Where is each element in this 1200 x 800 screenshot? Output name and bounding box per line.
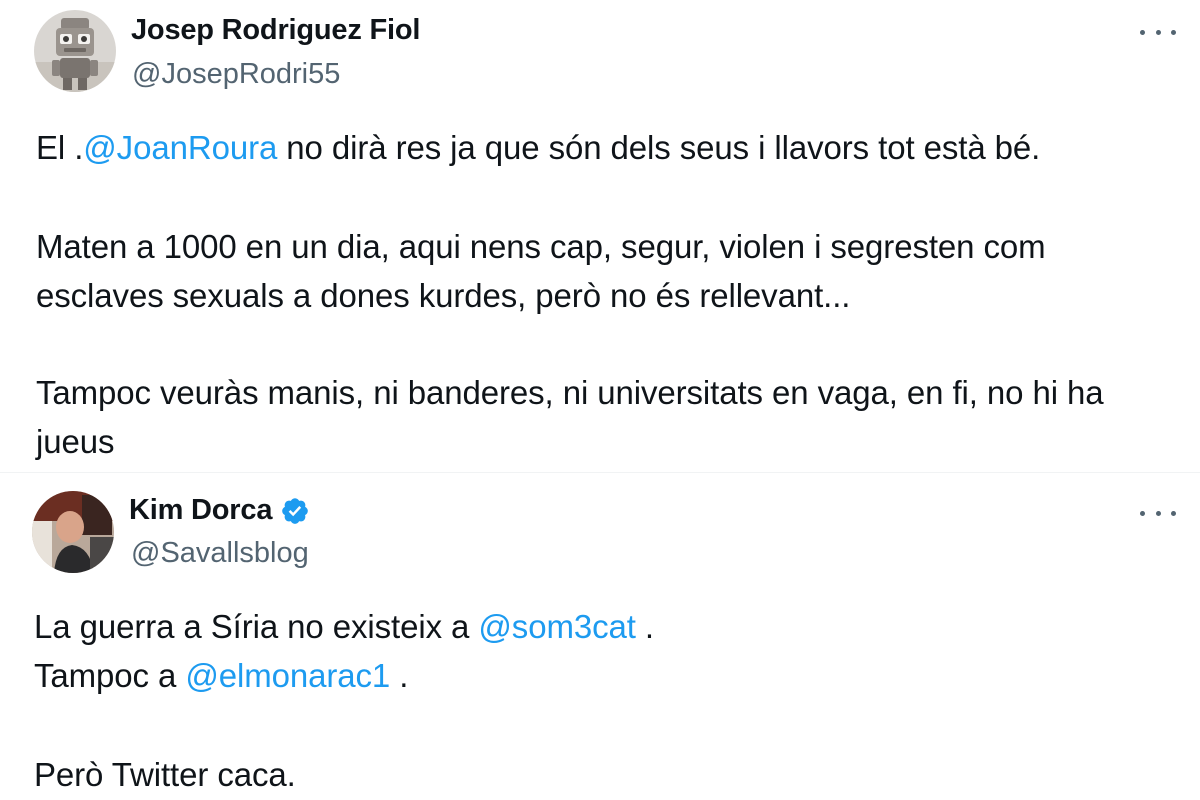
mention-link[interactable]: @elmonarac1 [185,657,390,694]
more-dot [1171,510,1176,516]
author-row: Kim Dorca [129,494,310,527]
tweet-text-paragraph: Tampoc a @elmonarac1 . [34,651,408,700]
profile-photo-avatar[interactable] [32,491,114,573]
tweet-text-paragraph: La guerra a Síria no existeix a @som3cat… [34,602,654,651]
verified-badge-icon [282,497,309,524]
author-display-name[interactable]: Josep Rodriguez Fiol [131,14,420,47]
tweet-text-line: La guerra a Síria no existeix a @som3cat… [34,602,654,651]
more-dot [1140,29,1145,35]
tweet-text-line: Tampoc veuràs manis, ni banderes, ni uni… [36,374,1104,411]
tweet-text-paragraph: El .@JoanRoura no dirà res ja que són de… [36,123,1040,172]
mention-link[interactable]: @JoanRoura [83,129,277,166]
more-options-icon[interactable] [1140,22,1176,42]
tweet-text-paragraph: Però Twitter caca. [34,750,296,799]
tweet-text-line: Tampoc a @elmonarac1 . [34,651,408,700]
text-segment: no dirà res ja que són dels seus i llavo… [277,129,1041,166]
mention-link[interactable]: @som3cat [478,608,636,645]
tweet-text-line: Maten a 1000 en un dia, aqui nens cap, s… [36,228,1046,265]
more-dot [1155,510,1161,516]
tweet-josep[interactable]: Josep Rodriguez Fiol @JosepRodri55 El .@… [0,0,1200,472]
tweet-text-line: jueus [36,423,115,460]
tweet-text-line: Però Twitter caca. [34,756,296,793]
author-handle[interactable]: @JosepRodri55 [132,58,340,91]
tweets-screenshot: Josep Rodriguez Fiol @JosepRodri55 El .@… [0,0,1200,800]
tweet-text-line: El .@JoanRoura no dirà res ja que són de… [36,123,1040,172]
tweet-text-paragraph: Tampoc veuràs manis, ni banderes, ni uni… [36,368,1104,466]
tweet-kim[interactable]: Kim Dorca @Savallsblog La guerra a Síria… [0,472,1200,800]
tweet-text-line: esclaves sexuals a dones kurdes, però no… [36,277,851,314]
tweet-text-paragraph: Maten a 1000 en un dia, aqui nens cap, s… [36,222,1046,320]
text-segment: . [635,608,654,645]
author-handle[interactable]: @Savallsblog [131,537,309,570]
text-segment: El . [36,129,84,166]
author-display-name[interactable]: Kim Dorca [129,494,272,527]
more-dot [1171,29,1176,35]
more-dot [1155,29,1161,35]
more-options-icon[interactable] [1140,503,1176,523]
text-segment: La guerra a Síria no existeix a [34,608,479,645]
text-segment: Tampoc a [34,657,186,694]
text-segment: . [390,657,409,694]
robot-avatar-icon[interactable] [34,10,116,92]
author-row: Josep Rodriguez Fiol [131,14,420,47]
more-dot [1140,510,1145,516]
